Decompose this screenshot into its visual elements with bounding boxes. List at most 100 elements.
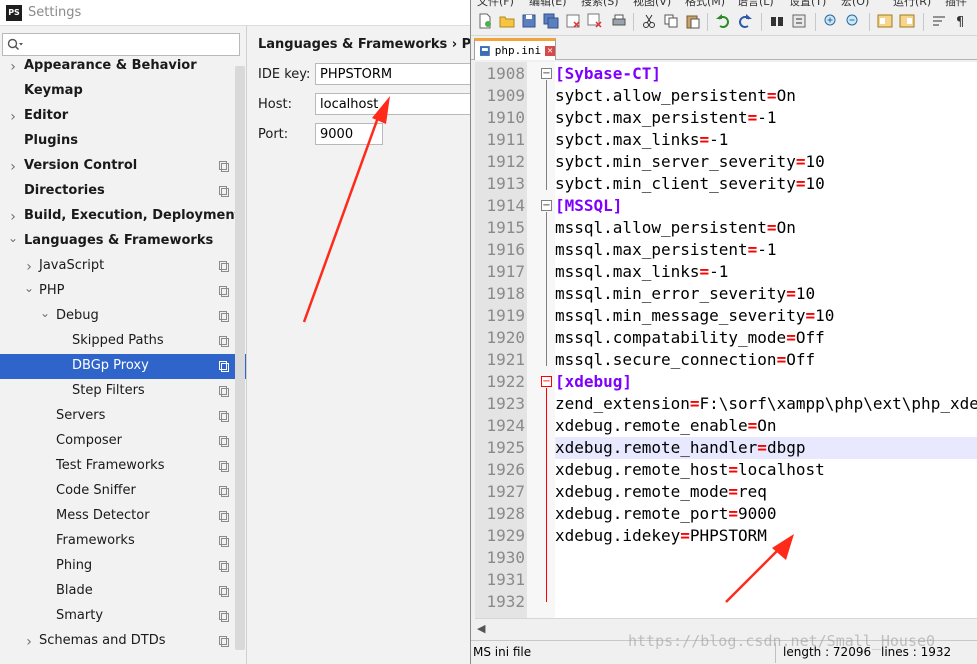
horizontal-scrollbar[interactable]: ◀ — [475, 618, 977, 636]
settings-tree-item[interactable]: › Schemas and DTDs — [0, 629, 246, 654]
menu-item[interactable]: 设置(T) — [789, 0, 826, 8]
show-all-chars-icon[interactable]: ¶ — [953, 13, 969, 29]
menu-item[interactable]: 宏(O) — [841, 0, 869, 8]
code-line[interactable]: xdebug.remote_enable=On — [555, 415, 977, 437]
settings-tree-item[interactable]: › JavaScript — [0, 254, 246, 279]
zoom-out-icon[interactable] — [845, 13, 861, 29]
paste-icon[interactable] — [685, 13, 701, 29]
chevron-down-icon[interactable]: ⌄ — [40, 306, 50, 320]
word-wrap-icon[interactable] — [931, 13, 947, 29]
chevron-right-icon[interactable]: › — [24, 259, 34, 275]
redo-icon[interactable] — [737, 13, 753, 29]
sync-horizontal-icon[interactable] — [899, 13, 915, 29]
fold-toggle-icon[interactable]: − — [541, 376, 552, 387]
code-line[interactable]: mssql.secure_connection=Off — [555, 349, 977, 371]
settings-tree-item[interactable]: Composer — [0, 429, 246, 454]
menu-item[interactable]: 语言(L) — [737, 0, 774, 8]
settings-tree-item[interactable]: ⌄ Languages & Frameworks — [0, 229, 246, 254]
code-line[interactable]: mssql.max_persistent=-1 — [555, 239, 977, 261]
menu-item[interactable]: 文件(F) — [477, 0, 514, 8]
code-line[interactable] — [555, 569, 977, 591]
settings-tree-item[interactable]: ⌄ Debug — [0, 304, 246, 329]
close-file-icon[interactable] — [565, 13, 581, 29]
settings-tree-item[interactable]: Test Frameworks — [0, 454, 246, 479]
chevron-right-icon[interactable]: › — [8, 159, 18, 175]
settings-tree-item[interactable]: › Editor — [0, 104, 246, 129]
code-line[interactable]: xdebug.remote_handler=dbgp — [555, 437, 977, 459]
menu-item[interactable]: 视图(V) — [633, 0, 671, 8]
print-icon[interactable] — [611, 13, 627, 29]
cut-icon[interactable] — [641, 13, 657, 29]
chevron-down-icon[interactable]: ⌄ — [24, 281, 34, 295]
settings-tree-item[interactable]: Mess Detector — [0, 504, 246, 529]
code-line[interactable]: xdebug.remote_host=localhost — [555, 459, 977, 481]
settings-tree-item[interactable]: › Build, Execution, Deployment — [0, 204, 246, 229]
settings-search-input[interactable] — [25, 34, 225, 55]
code-line[interactable] — [555, 591, 977, 613]
code-editor[interactable]: 1908 1909 1910 1911 1912 1913 1914 1915 1916 1917… — [475, 62, 977, 618]
settings-tree-item[interactable]: Blade — [0, 579, 246, 604]
code-line[interactable]: mssql.max_links=-1 — [555, 261, 977, 283]
code-line[interactable]: sybct.max_links=-1 — [555, 129, 977, 151]
ini-section-line[interactable]: [xdebug] — [555, 371, 977, 393]
settings-tree-item[interactable]: Frameworks — [0, 529, 246, 554]
copy-icon[interactable] — [663, 13, 679, 29]
settings-tree-scrollbar[interactable] — [235, 66, 245, 650]
code-line[interactable]: xdebug.idekey=PHPSTORM — [555, 525, 977, 547]
code-line[interactable]: sybct.min_server_severity=10 — [555, 151, 977, 173]
host-input[interactable]: localhost — [315, 93, 475, 115]
find-icon[interactable] — [769, 13, 785, 29]
zoom-in-icon[interactable] — [823, 13, 839, 29]
chevron-down-icon[interactable]: ⌄ — [8, 231, 18, 245]
scroll-left-icon[interactable]: ◀ — [477, 622, 485, 635]
code-line[interactable]: sybct.max_persistent=-1 — [555, 107, 977, 129]
settings-tree-item[interactable]: Keymap — [0, 79, 246, 104]
save-icon[interactable] — [521, 13, 537, 29]
code-line[interactable]: sybct.min_client_severity=10 — [555, 173, 977, 195]
ini-section-line[interactable]: [Sybase-CT] — [555, 63, 977, 85]
menu-item[interactable]: 编辑(E) — [529, 0, 567, 8]
code-line[interactable]: zend_extension=F:\sorf\xampp\php\ext\php… — [555, 393, 977, 415]
fold-toggle-icon[interactable]: − — [541, 68, 552, 79]
settings-tree-item[interactable]: Plugins — [0, 129, 246, 154]
chevron-right-icon[interactable]: › — [24, 634, 34, 650]
settings-tree-item[interactable]: Directories — [0, 179, 246, 204]
settings-tree-item[interactable]: Smarty — [0, 604, 246, 629]
ini-section-line[interactable]: [MSSQL] — [555, 195, 977, 217]
settings-tree-item[interactable]: Code Sniffer — [0, 479, 246, 504]
undo-icon[interactable] — [715, 13, 731, 29]
settings-tree-item[interactable]: Servers — [0, 404, 246, 429]
code-line[interactable]: mssql.compatability_mode=Off — [555, 327, 977, 349]
settings-tree-item[interactable]: Step Filters — [0, 379, 246, 404]
code-line[interactable]: xdebug.remote_port=9000 — [555, 503, 977, 525]
chevron-right-icon[interactable]: › — [8, 59, 18, 75]
settings-tree-item[interactable]: › Appearance & Behavior — [0, 58, 246, 79]
code-line[interactable]: mssql.min_error_severity=10 — [555, 283, 977, 305]
open-file-icon[interactable] — [499, 13, 515, 29]
chevron-right-icon[interactable]: › — [8, 109, 18, 125]
new-file-icon[interactable] — [477, 13, 493, 29]
fold-margin[interactable] — [527, 62, 555, 618]
fold-toggle-icon[interactable]: − — [541, 200, 552, 211]
menu-item[interactable]: 运行(R) — [893, 0, 931, 8]
code-line[interactable]: xdebug.remote_mode=req — [555, 481, 977, 503]
replace-icon[interactable] — [791, 13, 807, 29]
save-all-icon[interactable] — [543, 13, 559, 29]
tab-php-ini[interactable]: php.ini ✕ — [474, 38, 556, 60]
ide-key-input[interactable]: PHPSTORM — [315, 63, 475, 85]
sync-vertical-icon[interactable] — [877, 13, 893, 29]
settings-tree-item[interactable]: ⌄ PHP — [0, 279, 246, 304]
settings-search-box[interactable] — [2, 33, 240, 56]
code-line[interactable] — [555, 547, 977, 569]
code-line[interactable]: mssql.allow_persistent=On — [555, 217, 977, 239]
settings-tree-item[interactable]: › Version Control — [0, 154, 246, 179]
chevron-right-icon[interactable]: › — [8, 209, 18, 225]
close-tab-icon[interactable]: ✕ — [545, 45, 555, 56]
menu-item[interactable]: 搜索(S) — [581, 0, 619, 8]
settings-tree-item[interactable]: Phing — [0, 554, 246, 579]
code-line[interactable]: mssql.min_message_severity=10 — [555, 305, 977, 327]
settings-tree-item[interactable]: Skipped Paths — [0, 329, 246, 354]
menu-item[interactable]: 格式(M) — [685, 0, 725, 8]
close-all-icon[interactable] — [587, 13, 603, 29]
port-input[interactable]: 9000 — [315, 123, 383, 145]
